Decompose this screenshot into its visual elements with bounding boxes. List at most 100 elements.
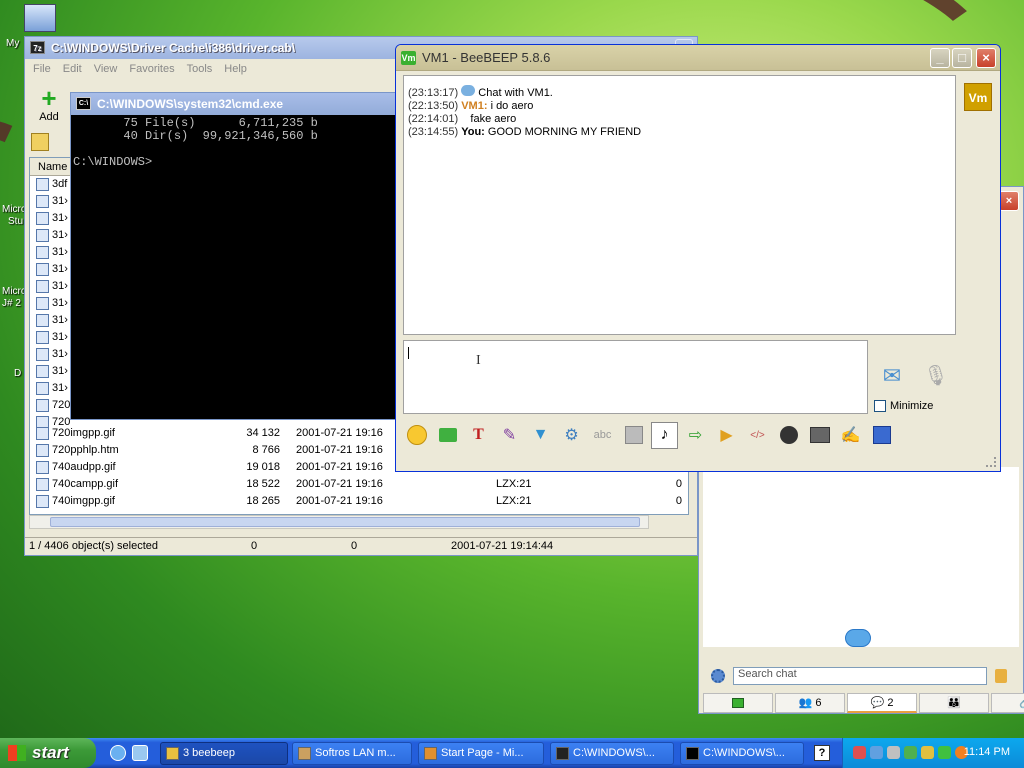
message-text: i do aero (490, 100, 534, 112)
7zip-icon (556, 747, 569, 760)
music-note-icon[interactable]: ♪ (651, 421, 678, 449)
cmd-window[interactable]: C:\ C:\WINDOWS\system32\cmd.exe 75 File(… (70, 92, 400, 420)
add-button-label: Add (39, 111, 59, 123)
tab-label: 2 (887, 697, 894, 709)
settings-icon[interactable]: ⚙ (558, 422, 585, 449)
file-row[interactable]: 740campp.gif 18 522 2001-07-21 19:16 LZX:21… (30, 476, 688, 493)
desktop-icon-label[interactable]: Micro (2, 204, 26, 215)
file-name: 740campp.gif (52, 478, 119, 490)
file-icon (36, 427, 49, 440)
task-beebeep[interactable]: 3 beebeep (160, 742, 288, 765)
system-tray: 11:14 PM (842, 738, 1024, 768)
save-icon[interactable] (868, 422, 895, 449)
tray-bee-icon[interactable] (921, 746, 934, 759)
chat-titlebar[interactable]: Vm VM1 - BeeBEEP 5.8.6 _ □ × (396, 45, 1000, 71)
tab-users[interactable]: 👥 6 (775, 693, 845, 713)
plus-icon: + (41, 83, 57, 113)
file-icon (36, 195, 49, 208)
clear-search-icon[interactable] (995, 669, 1007, 683)
my-computer-icon[interactable] (24, 4, 56, 32)
chat-message: (23:13:17) Chat with VM1. (408, 85, 951, 100)
show-desktop-icon[interactable] (132, 745, 148, 761)
help-icon[interactable]: ? (814, 745, 830, 761)
desktop-icon-label[interactable]: J# 2 (2, 298, 21, 309)
resize-grip-icon[interactable] (986, 457, 996, 467)
tray-gear-icon[interactable] (887, 746, 900, 759)
clock[interactable]: 11:14 PM (964, 746, 1010, 758)
tray-leaf-icon[interactable] (904, 746, 917, 759)
task-softros[interactable]: Softros LAN m... (292, 742, 412, 765)
inbox-icon[interactable] (434, 422, 461, 449)
desktop-icon-label[interactable]: My (6, 38, 19, 49)
file-row[interactable]: 740imgpp.gif 18 265 2001-07-21 19:16 LZX:21… (30, 493, 688, 510)
minimize-checkbox[interactable] (874, 400, 886, 412)
tab-chats[interactable]: 💬 2 (847, 693, 917, 713)
send-folder-icon[interactable]: ▶ (713, 422, 740, 449)
file-name: 740imgpp.gif (52, 495, 115, 507)
font-icon[interactable]: T (465, 422, 492, 449)
start-button[interactable]: start (0, 738, 96, 768)
message-sender[interactable]: VM1: (461, 100, 487, 112)
tab-groups[interactable]: 👪 (919, 693, 989, 713)
task-label: Softros LAN m... (315, 747, 396, 759)
chat-log[interactable]: (23:13:17) Chat with VM1. (22:13:50) VM1… (403, 75, 956, 335)
file-icon (36, 348, 49, 361)
menu-view[interactable]: View (94, 63, 118, 75)
word-complete-icon[interactable] (620, 422, 647, 449)
file-icon (36, 212, 49, 225)
user-avatar[interactable]: Vm (964, 83, 992, 111)
menu-favorites[interactable]: Favorites (129, 63, 174, 75)
color-picker-icon[interactable]: ✎ (496, 422, 523, 449)
close-icon[interactable]: × (999, 191, 1019, 211)
menu-file[interactable]: File (33, 63, 51, 75)
send-message-button[interactable]: ✉ (876, 363, 908, 393)
chat-list-panel[interactable] (703, 467, 1019, 647)
minimize-button[interactable]: _ (930, 48, 950, 68)
add-button[interactable]: + Add (29, 85, 69, 133)
desktop-icon-label[interactable]: Stu (8, 216, 23, 227)
cmd-output[interactable]: 75 File(s) 6,711,235 b 40 Dir(s) 99,921,… (71, 115, 399, 169)
emoticon-icon[interactable] (403, 422, 430, 449)
task-cmd[interactable]: C:\WINDOWS\... (680, 742, 804, 765)
tray-people-icon[interactable] (870, 746, 883, 759)
cmd-titlebar[interactable]: C:\ C:\WINDOWS\system32\cmd.exe (71, 93, 399, 115)
file-icon (36, 399, 49, 412)
tray-arrow-icon[interactable] (938, 746, 951, 759)
tab-shares[interactable]: 🔗 (991, 693, 1024, 713)
desktop-icon-label[interactable]: D (14, 368, 21, 379)
close-button[interactable]: × (976, 48, 996, 68)
scrollbar-thumb[interactable] (50, 517, 640, 527)
file-name: 720imgpp.gif (52, 427, 115, 439)
spellcheck-icon[interactable]: abc (589, 422, 616, 449)
chat-toolbar: T ✎ ▼ ⚙ abc ♪ ⇨ ▶ </> ✍ (403, 419, 895, 451)
message-time: (22:14:01) (408, 113, 459, 125)
file-icon (36, 331, 49, 344)
maximize-button[interactable]: □ (952, 48, 972, 68)
gear-icon[interactable] (711, 669, 725, 683)
message-text: Chat with VM1. (478, 87, 553, 99)
send-file-icon[interactable]: ⇨ (682, 422, 709, 449)
horizontal-scrollbar[interactable] (29, 515, 649, 529)
search-chat-input[interactable]: Search chat (733, 667, 987, 685)
message-input[interactable]: I (403, 340, 868, 414)
file-icon (36, 461, 49, 474)
tray-network-icon[interactable] (853, 746, 866, 759)
screenshot-icon[interactable] (806, 422, 833, 449)
microphone-button[interactable]: 🎙 (922, 363, 950, 393)
ie-icon[interactable] (110, 745, 126, 761)
tab-home[interactable] (703, 693, 773, 713)
menu-tools[interactable]: Tools (187, 63, 213, 75)
task-7zip[interactable]: C:\WINDOWS\... (550, 742, 674, 765)
html-code-icon[interactable]: </> (744, 422, 771, 449)
file-size: 18 522 (246, 478, 280, 490)
desktop-icon-label[interactable]: Micro (2, 286, 26, 297)
camera-icon[interactable] (775, 422, 802, 449)
folder-up-icon[interactable] (31, 133, 49, 151)
filter-icon[interactable]: ▼ (527, 422, 554, 449)
minimize-option[interactable]: Minimize (874, 400, 933, 412)
menu-help[interactable]: Help (224, 63, 247, 75)
task-visual-studio[interactable]: Start Page - Mi... (418, 742, 544, 765)
menu-edit[interactable]: Edit (63, 63, 82, 75)
edit-note-icon[interactable]: ✍ (837, 422, 864, 449)
file-extra: 0 (675, 495, 682, 507)
